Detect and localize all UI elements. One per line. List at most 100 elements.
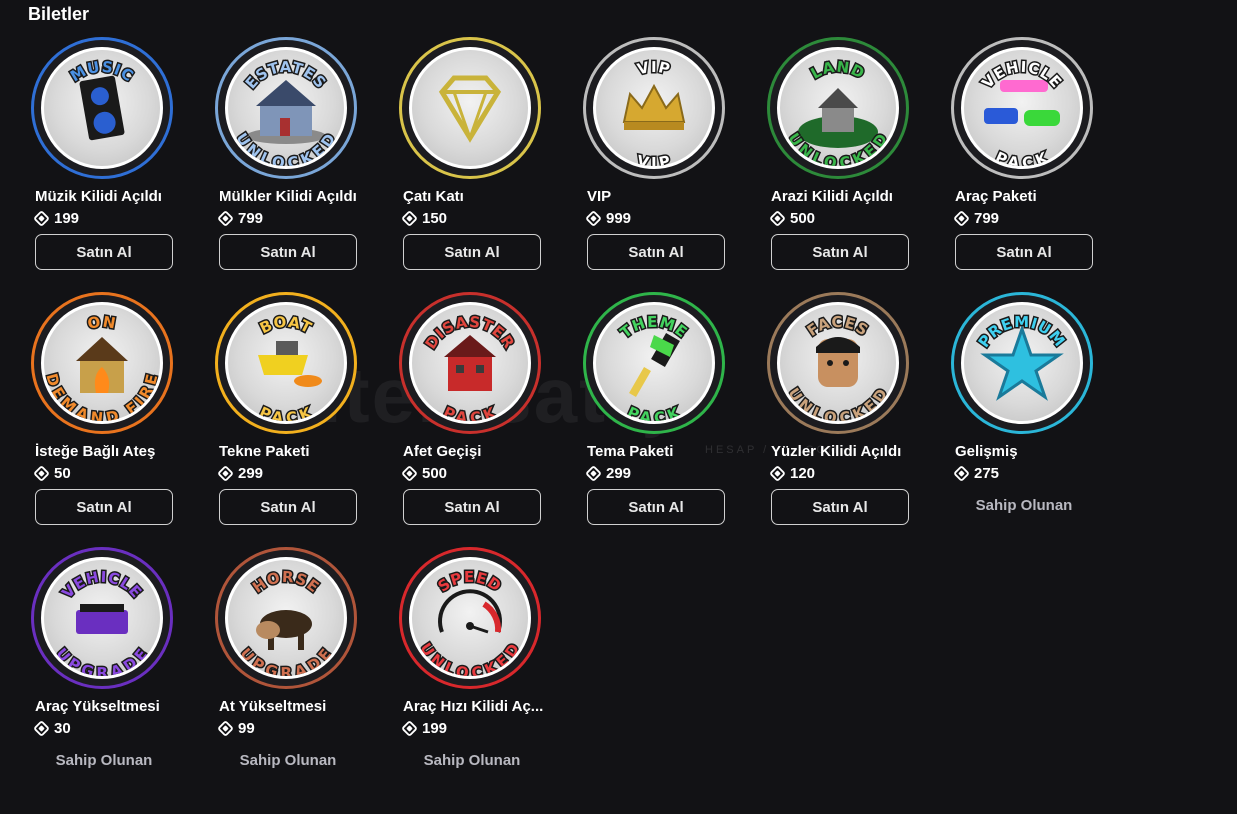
price: 799 bbox=[953, 210, 1000, 227]
price-value: 50 bbox=[54, 465, 71, 482]
horse-icon: HORSE UPGRADE bbox=[225, 557, 347, 679]
buy-button[interactable]: Satın Al bbox=[403, 234, 541, 270]
ticket-name: Araç Yükseltmesi bbox=[35, 698, 160, 715]
ticket-badge[interactable]: HORSE UPGRADE bbox=[215, 547, 357, 689]
svg-text:VEHICLE: VEHICLE bbox=[58, 568, 145, 602]
house-icon: ESTATES UNLOCKED bbox=[225, 47, 347, 169]
price: 199 bbox=[33, 210, 80, 227]
ticket-card: BOAT PACK Tekne Paketi 299 Satın Al bbox=[215, 292, 365, 542]
buy-button[interactable]: Satın Al bbox=[219, 234, 357, 270]
svg-text:ON: ON bbox=[86, 313, 118, 333]
ticket-badge[interactable]: PREMIUM bbox=[951, 292, 1093, 434]
ticket-name: Arazi Kilidi Açıldı bbox=[771, 188, 893, 205]
price-value: 299 bbox=[606, 465, 632, 482]
section-title: Biletler bbox=[28, 4, 90, 24]
price: 999 bbox=[585, 210, 631, 227]
svg-text:PACK: PACK bbox=[441, 403, 500, 421]
price-value: 30 bbox=[54, 720, 71, 737]
buy-button[interactable]: Satın Al bbox=[219, 489, 357, 525]
ticket-name: Araç Hızı Kilidi Aç... bbox=[403, 698, 544, 715]
ticket-badge[interactable]: ESTATES UNLOCKED bbox=[215, 37, 357, 179]
ticket-name: Gelişmiş bbox=[955, 443, 1018, 460]
price: 199 bbox=[401, 720, 448, 737]
robux-icon bbox=[585, 465, 602, 482]
robux-icon bbox=[217, 465, 234, 482]
buy-button[interactable]: Satın Al bbox=[35, 489, 173, 525]
buy-button[interactable]: Satın Al bbox=[771, 234, 909, 270]
ticket-badge[interactable]: VIP VIP bbox=[583, 37, 725, 179]
svg-text:UNLOCKED: UNLOCKED bbox=[784, 385, 891, 421]
owned-label: Sahip Olunan bbox=[975, 497, 1073, 514]
speaker-icon: MUSIC bbox=[41, 47, 163, 169]
price: 150 bbox=[401, 210, 447, 227]
ticket-card: ON DEMAND FIRE İsteğe Bağlı Ateş 50 Satın… bbox=[31, 292, 181, 542]
ticket-card: THEME PACK Tema Paketi 299 Satın Al bbox=[583, 292, 733, 542]
price-value: 275 bbox=[974, 465, 1000, 482]
price: 99 bbox=[217, 720, 255, 737]
price-value: 500 bbox=[790, 210, 816, 227]
price-value: 799 bbox=[974, 210, 1000, 227]
ticket-card: ESTATES UNLOCKED Mülkler Kilidi Açıldı 79… bbox=[215, 37, 365, 287]
ticket-badge[interactable]: SPEED UNLOCKED bbox=[399, 547, 541, 689]
svg-text:LAND: LAND bbox=[808, 58, 868, 83]
speedometer-icon: SPEED UNLOCKED bbox=[409, 557, 531, 679]
vehicle-upgrade-icon: VEHICLE UPGRADE bbox=[41, 557, 163, 679]
robux-icon bbox=[953, 210, 970, 227]
ticket-card: DISASTER PACK Afet Geçişi 500 Satın Al bbox=[399, 292, 549, 542]
ticket-name: Araç Paketi bbox=[955, 188, 1037, 205]
price-value: 799 bbox=[238, 210, 264, 227]
ticket-badge[interactable]: LAND UNLOCKED bbox=[767, 37, 909, 179]
owned-label: Sahip Olunan bbox=[55, 752, 153, 769]
robux-icon bbox=[33, 720, 50, 737]
ticket-card: Çatı Katı 150 Satın Al bbox=[399, 37, 549, 287]
crown-icon: VIP VIP bbox=[593, 47, 715, 169]
face-icon: FACES UNLOCKED bbox=[777, 302, 899, 424]
robux-icon bbox=[217, 720, 234, 737]
ticket-card: SPEED UNLOCKED Araç Hızı Kilidi Aç... 199… bbox=[399, 547, 549, 797]
price: 299 bbox=[217, 465, 263, 482]
ticket-card: VIP VIP VIP 999 Satın Al bbox=[583, 37, 733, 287]
robux-icon bbox=[401, 720, 418, 737]
ticket-name: Yüzler Kilidi Açıldı bbox=[771, 443, 902, 460]
price: 50 bbox=[33, 465, 71, 482]
ticket-badge[interactable]: VEHICLE PACK bbox=[951, 37, 1093, 179]
buy-button[interactable]: Satın Al bbox=[955, 234, 1093, 270]
buy-button[interactable]: Satın Al bbox=[587, 489, 725, 525]
price-value: 199 bbox=[54, 210, 80, 227]
price-value: 120 bbox=[790, 465, 816, 482]
ticket-badge[interactable]: MUSIC bbox=[31, 37, 173, 179]
ticket-badge[interactable]: DISASTER PACK bbox=[399, 292, 541, 434]
land-icon: LAND UNLOCKED bbox=[777, 47, 899, 169]
ticket-badge[interactable]: FACES UNLOCKED bbox=[767, 292, 909, 434]
ticket-name: Tema Paketi bbox=[587, 443, 674, 460]
price: 30 bbox=[33, 720, 71, 737]
buy-button[interactable]: Satın Al bbox=[403, 489, 541, 525]
diamond-icon bbox=[409, 47, 531, 169]
ticket-badge[interactable] bbox=[399, 37, 541, 179]
svg-text:UNLOCKED: UNLOCKED bbox=[416, 640, 523, 676]
ticket-badge[interactable]: ON DEMAND FIRE bbox=[31, 292, 173, 434]
svg-text:PACK: PACK bbox=[257, 403, 316, 421]
price: 500 bbox=[401, 465, 447, 482]
buy-button[interactable]: Satın Al bbox=[587, 234, 725, 270]
price: 500 bbox=[769, 210, 816, 227]
robux-icon bbox=[769, 210, 786, 227]
ticket-card: FACES UNLOCKED Yüzler Kilidi Açıldı 120 S… bbox=[767, 292, 917, 542]
ticket-store-page: Biletler itemsatış HESAP / ... .COM MUSI… bbox=[0, 0, 1237, 814]
buy-button[interactable]: Satın Al bbox=[771, 489, 909, 525]
svg-text:PACK: PACK bbox=[993, 148, 1052, 166]
paintbrush-icon: THEME PACK bbox=[593, 302, 715, 424]
ticket-badge[interactable]: BOAT PACK bbox=[215, 292, 357, 434]
burning-house-icon: ON DEMAND FIRE bbox=[41, 302, 163, 424]
buy-button[interactable]: Satın Al bbox=[35, 234, 173, 270]
ticket-badge[interactable]: THEME PACK bbox=[583, 292, 725, 434]
ticket-name: Mülkler Kilidi Açıldı bbox=[219, 188, 357, 205]
price-value: 199 bbox=[422, 720, 448, 737]
robux-icon bbox=[33, 465, 50, 482]
ticket-card: VEHICLE UPGRADE Araç Yükseltmesi 30 Sahip… bbox=[31, 547, 181, 797]
ticket-name: İsteğe Bağlı Ateş bbox=[35, 443, 156, 460]
ticket-card: LAND UNLOCKED Arazi Kilidi Açıldı 500 Sat… bbox=[767, 37, 917, 287]
robux-icon bbox=[769, 465, 786, 482]
robux-icon bbox=[401, 465, 418, 482]
ticket-badge[interactable]: VEHICLE UPGRADE bbox=[31, 547, 173, 689]
